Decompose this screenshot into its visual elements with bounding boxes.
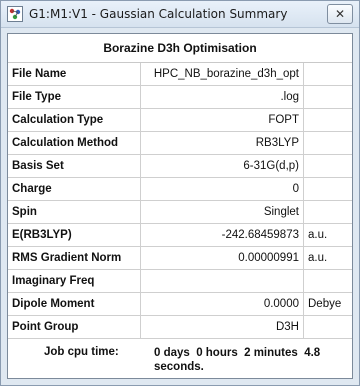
row-unit: [303, 177, 352, 201]
row-value: Singlet: [140, 200, 304, 224]
row-unit: a.u.: [303, 223, 352, 247]
summary-row: Basis Set 6-31G(d,p): [8, 154, 352, 178]
summary-row: Imaginary Freq: [8, 269, 352, 293]
summary-window: G1:M1:V1 - Gaussian Calculation Summary …: [0, 0, 360, 386]
row-value: 0.00000991: [140, 246, 304, 270]
summary-row: RMS Gradient Norm 0.00000991 a.u.: [8, 246, 352, 270]
cpu-time-footer: Job cpu time: 0 days 0 hours 2 minutes 4…: [8, 340, 352, 378]
row-label: Dipole Moment: [8, 292, 141, 316]
row-unit: [303, 131, 352, 155]
row-label: Basis Set: [8, 154, 141, 178]
row-value: 0.0000: [140, 292, 304, 316]
row-value: 6-31G(d,p): [140, 154, 304, 178]
gaussview-app-icon: [7, 6, 23, 22]
summary-row: Calculation Type FOPT: [8, 108, 352, 132]
row-unit: [303, 269, 352, 293]
row-value: RB3LYP: [140, 131, 304, 155]
row-unit: [303, 200, 352, 224]
close-button[interactable]: ✕: [327, 4, 353, 24]
title-bar[interactable]: G1:M1:V1 - Gaussian Calculation Summary …: [1, 1, 359, 28]
row-unit: Debye: [303, 292, 352, 316]
summary-row: Point Group D3H: [8, 315, 352, 339]
row-value: -242.68459873: [140, 223, 304, 247]
row-unit: [303, 108, 352, 132]
row-label: E(RB3LYP): [8, 223, 141, 247]
summary-row: Spin Singlet: [8, 200, 352, 224]
row-label: Point Group: [8, 315, 141, 339]
row-label: File Type: [8, 85, 141, 109]
window-title: G1:M1:V1 - Gaussian Calculation Summary: [29, 7, 288, 21]
row-value: 0: [140, 177, 304, 201]
row-value: HPC_NB_borazine_d3h_opt: [140, 63, 304, 86]
row-label: RMS Gradient Norm: [8, 246, 141, 270]
summary-row: File Name HPC_NB_borazine_d3h_opt: [8, 63, 352, 86]
row-value: D3H: [140, 315, 304, 339]
row-unit: [303, 315, 352, 339]
row-value: FOPT: [140, 108, 304, 132]
row-value: [140, 269, 304, 293]
row-label: Calculation Type: [8, 108, 141, 132]
summary-row: E(RB3LYP) -242.68459873 a.u.: [8, 223, 352, 247]
summary-panel: Borazine D3h Optimisation File Name HPC_N…: [7, 33, 353, 379]
row-unit: [303, 85, 352, 109]
summary-row: Charge 0: [8, 177, 352, 201]
row-label: Charge: [8, 177, 141, 201]
row-label: Imaginary Freq: [8, 269, 141, 293]
row-unit: [303, 154, 352, 178]
row-unit: [303, 63, 352, 86]
row-label: File Name: [8, 63, 141, 86]
summary-row: Calculation Method RB3LYP: [8, 131, 352, 155]
summary-table: File Name HPC_NB_borazine_d3h_opt File Typ…: [8, 63, 352, 339]
summary-row: File Type .log: [8, 85, 352, 109]
cpu-time-value: 0 days 0 hours 2 minutes 4.8 seconds.: [154, 347, 324, 373]
calculation-title: Borazine D3h Optimisation: [8, 34, 352, 63]
cpu-time-label: Job cpu time:: [44, 346, 119, 358]
row-value: .log: [140, 85, 304, 109]
row-label: Calculation Method: [8, 131, 141, 155]
row-unit: a.u.: [303, 246, 352, 270]
row-label: Spin: [8, 200, 141, 224]
summary-row: Dipole Moment 0.0000 Debye: [8, 292, 352, 316]
close-icon: ✕: [334, 7, 346, 21]
